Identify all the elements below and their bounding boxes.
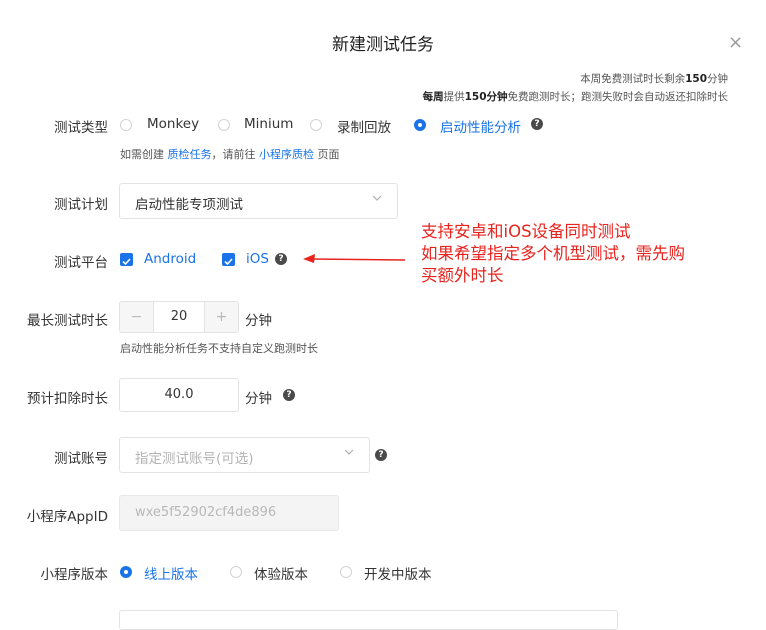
deduct-input[interactable]: 40.0	[119, 378, 239, 412]
version-label: 小程序版本	[40, 567, 109, 583]
radio-startup-perf[interactable]	[414, 119, 426, 131]
radio-minium[interactable]	[218, 119, 230, 131]
help-icon[interactable]: ?	[531, 118, 543, 130]
test-type-label: 测试类型	[54, 120, 108, 136]
deduct-label: 预计扣除时长	[27, 391, 108, 407]
close-icon[interactable]: ×	[728, 32, 743, 53]
test-plan-select[interactable]: 启动性能专项测试	[119, 183, 398, 219]
radio-label-minium[interactable]: Minium	[244, 116, 293, 132]
test-type-hint: 如需创建 质检任务，请前往 小程序质检 页面	[120, 148, 340, 161]
help-icon[interactable]: ?	[275, 253, 287, 265]
free-time-remaining: 本周免费测试时长剩余150分钟	[580, 73, 728, 85]
platform-label: 测试平台	[54, 255, 108, 271]
chevron-down-icon	[372, 195, 382, 201]
appid-field: wxe5f52902cf4de896	[119, 495, 339, 531]
max-duration-unit: 分钟	[245, 313, 272, 329]
test-plan-label: 测试计划	[54, 197, 108, 213]
decrement-button[interactable]: −	[120, 302, 153, 332]
radio-label-record-replay[interactable]: 录制回放	[337, 116, 391, 136]
dialog-title: 新建测试任务	[332, 35, 434, 55]
checkbox-label-ios[interactable]: iOS	[246, 251, 269, 267]
help-icon[interactable]: ?	[283, 389, 295, 401]
checkbox-ios[interactable]	[222, 253, 235, 266]
radio-label-trial-version[interactable]: 体验版本	[254, 563, 308, 583]
appid-label: 小程序AppID	[26, 509, 108, 525]
radio-record-replay[interactable]	[310, 119, 322, 131]
radio-monkey[interactable]	[120, 119, 132, 131]
radio-dev-version[interactable]	[340, 566, 352, 578]
test-plan-value: 启动性能专项测试	[135, 197, 243, 213]
radio-label-online-version[interactable]: 线上版本	[144, 563, 198, 583]
mini-program-quality-link[interactable]: 小程序质检	[259, 148, 314, 161]
help-icon[interactable]: ?	[375, 449, 387, 461]
radio-label-dev-version[interactable]: 开发中版本	[364, 563, 432, 583]
max-duration-stepper[interactable]: − 20 +	[119, 301, 239, 333]
increment-button[interactable]: +	[205, 302, 238, 332]
next-field-partial[interactable]	[119, 610, 618, 630]
radio-label-monkey[interactable]: Monkey	[147, 116, 199, 132]
max-duration-value[interactable]: 20	[153, 302, 205, 332]
check-icon	[224, 258, 233, 266]
chevron-down-icon	[344, 449, 354, 455]
checkbox-android[interactable]	[120, 253, 133, 266]
account-placeholder: 指定测试账号(可选)	[135, 451, 254, 467]
annotation-arrow-icon	[303, 254, 406, 263]
radio-online-version[interactable]	[120, 566, 132, 578]
free-time-policy: 每周提供150分钟免费跑测时长；跑测失败时会自动返还扣除时长	[422, 91, 728, 103]
radio-label-startup-perf[interactable]: 启动性能分析	[440, 116, 521, 136]
deduct-unit: 分钟	[245, 391, 272, 407]
account-select[interactable]: 指定测试账号(可选)	[119, 437, 370, 473]
max-duration-hint: 启动性能分析任务不支持自定义跑测时长	[120, 342, 318, 355]
annotation-text: 支持安卓和iOS设备同时测试 如果希望指定多个机型测试，需先购 买额外时长	[421, 222, 685, 285]
quality-task-link[interactable]: 质检任务	[168, 148, 212, 161]
max-duration-label: 最长测试时长	[27, 313, 108, 329]
radio-trial-version[interactable]	[230, 566, 242, 578]
account-label: 测试账号	[54, 451, 108, 467]
check-icon	[122, 258, 131, 266]
checkbox-label-android[interactable]: Android	[144, 251, 196, 267]
